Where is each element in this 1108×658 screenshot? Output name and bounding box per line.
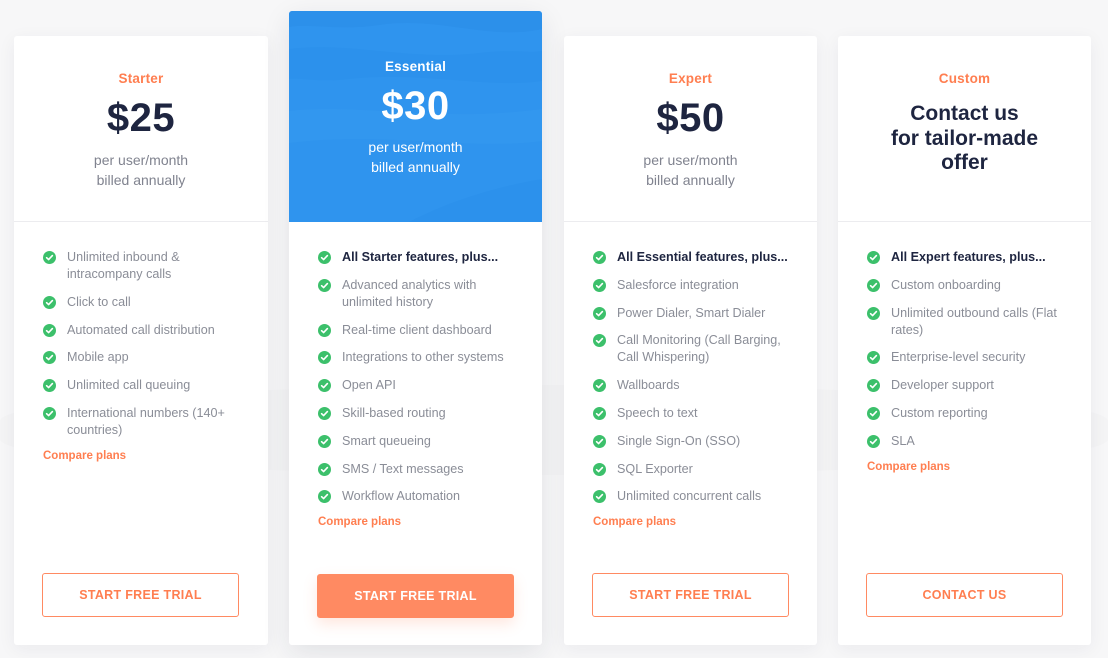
start-free-trial-button[interactable]: START FREE TRIAL	[592, 573, 789, 617]
feature-item: Automated call distribution	[43, 322, 256, 339]
plan-header: Expert $50 per user/month billed annuall…	[564, 36, 817, 222]
feature-list: All Expert features, plus... Custom onbo…	[867, 249, 1079, 473]
compare-plans-link[interactable]: Compare plans	[43, 450, 256, 462]
check-icon	[43, 251, 56, 264]
feature-list: All Starter features, plus... Advanced a…	[318, 249, 530, 528]
feature-list: All Essential features, plus... Salesfor…	[593, 249, 805, 528]
billing-cycle: billed annually	[96, 172, 186, 188]
check-icon	[593, 306, 606, 320]
feature-intro: All Starter features, plus...	[318, 249, 530, 266]
feature-item: Workflow Automation	[318, 488, 530, 505]
feature-item: Custom reporting	[867, 405, 1079, 422]
check-icon	[43, 379, 56, 393]
plan-card-essential: Essential $30 per user/month billed annu…	[289, 11, 542, 645]
feature-intro: All Expert features, plus...	[867, 249, 1079, 266]
feature-item: Single Sign-On (SSO)	[593, 433, 805, 450]
check-icon	[43, 295, 56, 309]
check-icon	[593, 434, 606, 448]
plan-price: $25	[106, 96, 176, 140]
contact-title: Contact us for tailor-made offer	[890, 102, 1039, 174]
contact-us-button[interactable]: CONTACT US	[866, 573, 1063, 617]
check-icon	[318, 379, 331, 393]
feature-item: SQL Exporter	[593, 461, 805, 478]
billing-note: per user/month billed annually	[289, 137, 542, 177]
check-icon	[593, 334, 606, 348]
plan-price: $50	[656, 96, 725, 140]
feature-item: Unlimited concurrent calls	[593, 488, 805, 505]
plan-header: Starter $25 per user/month billed annual…	[14, 36, 268, 222]
billing-cycle: billed annually	[646, 172, 735, 188]
feature-item: Click to call	[43, 294, 256, 311]
feature-item: Real-time client dashboard	[318, 322, 530, 339]
feature-item: SMS / Text messages	[318, 461, 530, 478]
billing-period: per user/month	[93, 152, 189, 168]
plan-header: Essential $30 per user/month billed annu…	[289, 11, 542, 222]
billing-cycle: billed annually	[371, 159, 460, 175]
billing-period: per user/month	[643, 152, 738, 168]
compare-plans-link[interactable]: Compare plans	[593, 516, 805, 528]
feature-item: Mobile app	[43, 349, 256, 366]
feature-item: Call Monitoring (Call Barging, Call Whis…	[593, 332, 805, 366]
feature-item: Salesforce integration	[593, 277, 805, 294]
check-icon	[318, 278, 331, 292]
check-icon	[867, 379, 880, 393]
check-icon	[867, 406, 880, 420]
check-icon	[318, 406, 331, 420]
plan-card-custom: Custom Contact us for tailor-made offer …	[838, 36, 1091, 645]
feature-item: Advanced analytics with unlimited histor…	[318, 277, 530, 311]
start-free-trial-button[interactable]: START FREE TRIAL	[317, 574, 514, 618]
plan-name: Custom	[938, 71, 991, 86]
start-free-trial-button[interactable]: START FREE TRIAL	[42, 573, 239, 617]
feature-item: Unlimited call queuing	[43, 377, 256, 394]
feature-item: Wallboards	[593, 377, 805, 394]
check-icon	[43, 406, 56, 420]
check-icon	[593, 462, 606, 476]
compare-plans-link[interactable]: Compare plans	[867, 461, 1079, 473]
check-icon	[867, 251, 880, 264]
feature-item: SLA	[867, 433, 1079, 450]
check-icon	[318, 323, 331, 337]
feature-item: Power Dialer, Smart Dialer	[593, 305, 805, 322]
check-icon	[593, 490, 606, 504]
feature-intro: All Essential features, plus...	[593, 249, 805, 266]
check-icon	[593, 379, 606, 393]
check-icon	[867, 434, 880, 448]
feature-item: Skill-based routing	[318, 405, 530, 422]
plan-name: Starter	[118, 71, 164, 86]
check-icon	[867, 306, 880, 320]
check-icon	[43, 351, 56, 365]
plan-price: $30	[381, 84, 450, 128]
check-icon	[867, 351, 880, 365]
feature-list: Unlimited inbound & intracompany calls C…	[43, 249, 256, 462]
check-icon	[318, 490, 331, 504]
check-icon	[593, 251, 606, 264]
billing-note: per user/month billed annually	[14, 150, 268, 190]
check-icon	[867, 278, 880, 292]
plan-card-expert: Expert $50 per user/month billed annuall…	[564, 36, 817, 645]
plan-name: Essential	[384, 59, 447, 74]
feature-item: Smart queueing	[318, 433, 530, 450]
feature-item: Open API	[318, 377, 530, 394]
billing-note: per user/month billed annually	[564, 150, 817, 190]
compare-plans-link[interactable]: Compare plans	[318, 516, 530, 528]
feature-item: Developer support	[867, 377, 1079, 394]
feature-item: Enterprise-level security	[867, 349, 1079, 366]
check-icon	[593, 406, 606, 420]
check-icon	[318, 251, 331, 264]
feature-item: Custom onboarding	[867, 277, 1079, 294]
plan-name: Expert	[668, 71, 713, 86]
feature-item: Speech to text	[593, 405, 805, 422]
check-icon	[318, 462, 331, 476]
plan-header: Custom Contact us for tailor-made offer	[838, 36, 1091, 222]
feature-item: International numbers (140+ countries)	[43, 405, 256, 439]
check-icon	[593, 278, 606, 292]
feature-item: Integrations to other systems	[318, 349, 530, 366]
feature-item: Unlimited inbound & intracompany calls	[43, 249, 256, 283]
feature-item: Unlimited outbound calls (Flat rates)	[867, 305, 1079, 339]
plan-card-starter: Starter $25 per user/month billed annual…	[14, 36, 268, 645]
check-icon	[318, 351, 331, 365]
check-icon	[318, 434, 331, 448]
billing-period: per user/month	[368, 139, 463, 155]
check-icon	[43, 323, 56, 337]
